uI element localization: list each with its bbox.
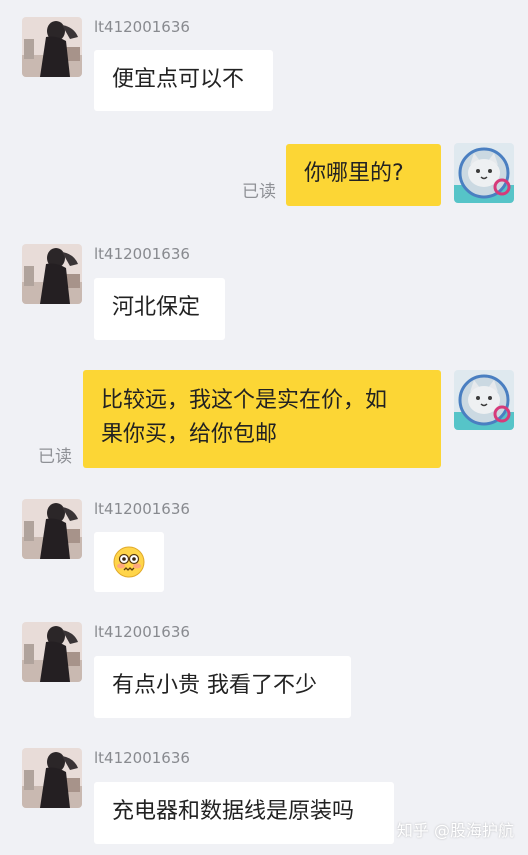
message-bubble-incoming[interactable]: 充电器和数据线是原装吗 [94, 782, 394, 844]
sender-name: lt412001636 [94, 623, 190, 641]
sender-avatar[interactable] [22, 244, 82, 304]
sender-avatar[interactable] [22, 622, 82, 682]
read-status: 已读 [38, 447, 72, 467]
read-status: 已读 [242, 182, 276, 202]
sender-avatar[interactable] [22, 499, 82, 559]
message-text: 你哪里的? [304, 161, 404, 186]
message-bubble-incoming[interactable]: 有点小贵 我看了不少 [94, 656, 351, 718]
message-text-line: 果你买，给你包邮 [101, 422, 278, 447]
my-avatar[interactable] [454, 370, 514, 430]
flushed-face-emoji-icon [113, 546, 145, 578]
sender-name: lt412001636 [94, 749, 190, 767]
message-bubble-outgoing[interactable]: 你哪里的? [286, 144, 441, 206]
message-text: 充电器和数据线是原装吗 [112, 799, 355, 824]
sender-avatar[interactable] [22, 748, 82, 808]
my-avatar[interactable] [454, 143, 514, 203]
message-bubble-incoming[interactable]: 便宜点可以不 [94, 50, 273, 111]
sender-name: lt412001636 [94, 500, 190, 518]
sender-name: lt412001636 [94, 245, 190, 263]
message-bubble-outgoing[interactable]: 比较远，我这个是实在价，如 果你买，给你包邮 [83, 370, 441, 468]
message-text: 河北保定 [112, 295, 201, 320]
message-text-line: 比较远，我这个是实在价，如 [101, 388, 388, 413]
sender-avatar[interactable] [22, 17, 82, 77]
message-text: 有点小贵 我看了不少 [112, 673, 317, 698]
message-bubble-incoming[interactable]: 河北保定 [94, 278, 225, 340]
message-text: 便宜点可以不 [112, 67, 245, 92]
message-bubble-incoming[interactable] [94, 532, 164, 592]
watermark: 知乎 @股海护航 [396, 821, 514, 840]
sender-name: lt412001636 [94, 18, 190, 36]
